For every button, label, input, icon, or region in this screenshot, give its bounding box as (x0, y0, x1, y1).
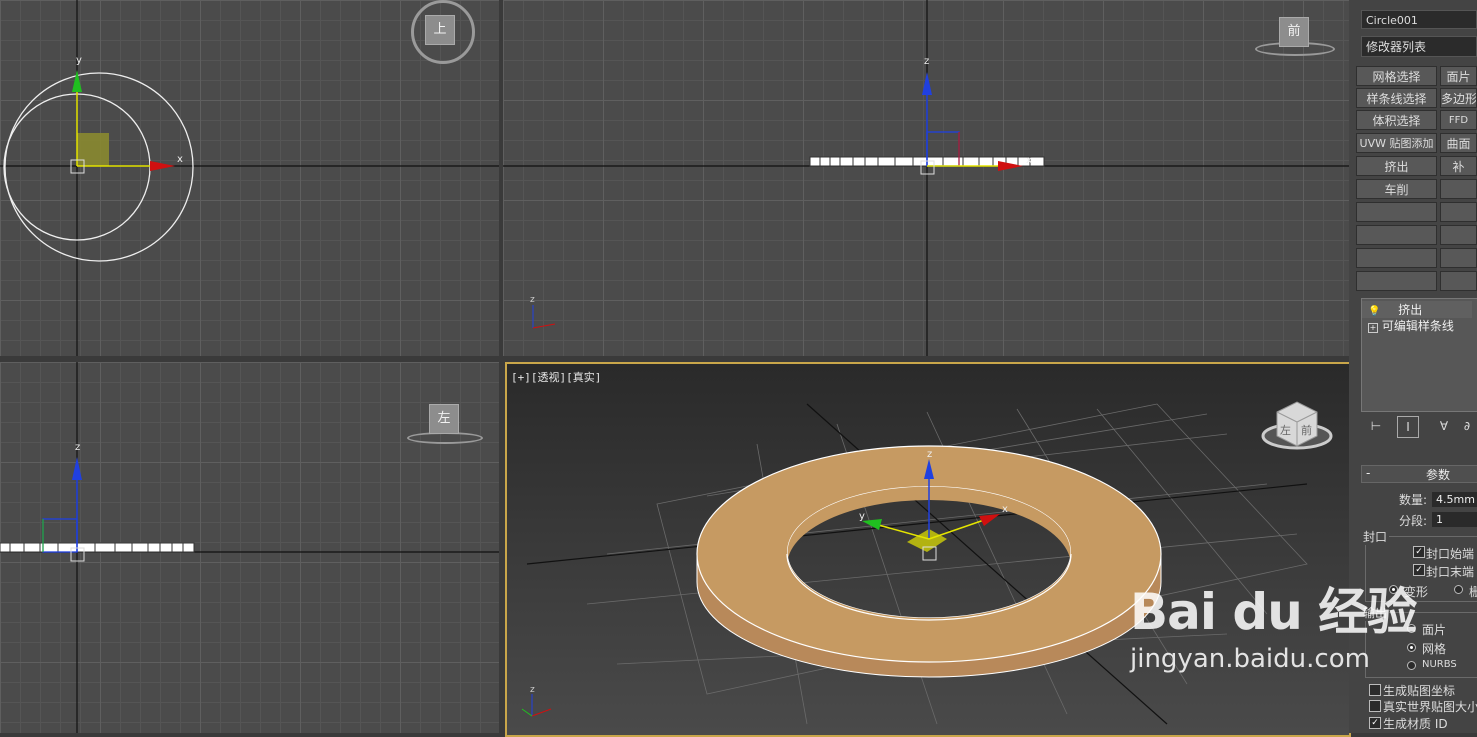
make-unique-icon[interactable]: ∀ (1434, 416, 1454, 436)
gen-mat-ids-label: 生成材质 ID (1383, 717, 1448, 731)
stack-item-editable-spline[interactable]: + 可编辑样条线 (1368, 317, 1454, 334)
watermark-url: jingyan.baidu.com (1130, 644, 1370, 674)
output-patch-label: 面片 (1422, 623, 1447, 637)
stack-item-extrude[interactable]: 💡 挤出 (1362, 301, 1472, 318)
viewcube-left-face: 左 (1280, 424, 1291, 437)
axis-label-y: y (859, 511, 865, 522)
output-nurbs-label: NURBS (1422, 659, 1457, 670)
modifier-button-extrude[interactable]: 挤出 (1356, 156, 1437, 176)
cap-end-label: 封口末端 (1426, 565, 1475, 579)
grid-label: 栅 (1469, 585, 1477, 599)
modifier-button-empty[interactable] (1356, 248, 1437, 268)
perspective-viewport-scene: z x y z 左 前 (507, 364, 1349, 735)
output-mesh-label: 网格 (1422, 642, 1447, 656)
axis-label-z: z (75, 442, 80, 453)
modifier-button-empty[interactable] (1440, 225, 1477, 245)
modifier-button-uvw-map[interactable]: UVW 贴图添加 (1356, 133, 1437, 153)
front-viewport-scene: z x z (503, 0, 1349, 356)
modifier-button-lathe[interactable]: 车削 (1356, 179, 1437, 199)
parameters-rollout-header[interactable]: - 参数 (1361, 465, 1477, 483)
modifier-stack[interactable]: 💡 挤出 + 可编辑样条线 (1361, 298, 1477, 412)
gen-map-coords-checkbox[interactable] (1369, 684, 1381, 696)
axis-label-x: x (1026, 155, 1032, 166)
axis-label-z: z (924, 56, 929, 67)
pin-stack-icon[interactable]: ⊢ (1366, 416, 1386, 436)
modifier-button-poly[interactable]: 多边形 (1440, 88, 1477, 108)
real-world-checkbox[interactable] (1369, 700, 1381, 712)
modifier-button-mesh-select[interactable]: 网格选择 (1356, 66, 1437, 86)
modifier-button-ffd[interactable]: FFD (1440, 110, 1477, 130)
modifier-button-empty[interactable] (1356, 271, 1437, 291)
modifier-button-empty[interactable] (1440, 271, 1477, 291)
modifier-button-cap[interactable]: 补 (1440, 156, 1477, 176)
perspective-viewport[interactable]: z x y z 左 前 [+][透视][真实] (505, 362, 1351, 737)
viewport-label[interactable]: [+][透视][真实] (511, 369, 601, 385)
capping-title: 封口 (1361, 528, 1390, 545)
modifier-button-empty[interactable] (1356, 225, 1437, 245)
corner-axis-z: z (530, 295, 535, 305)
segments-label: 分段: (1399, 514, 1428, 528)
modifier-button-vol-select[interactable]: 体积选择 (1356, 110, 1437, 130)
viewcube-left[interactable]: 左 (429, 404, 459, 434)
amount-spinner[interactable]: 4.5mm (1432, 492, 1477, 507)
left-viewport-scene: z (0, 362, 499, 733)
cap-start-label: 封口始端 (1426, 547, 1475, 561)
modifier-button-empty[interactable] (1356, 202, 1437, 222)
baidu-watermark: Bai du 经验 jingyan.baidu.com (1130, 572, 1417, 674)
remove-modifier-icon[interactable]: ∂ (1457, 416, 1477, 436)
grid-radio[interactable] (1454, 585, 1463, 594)
front-viewport[interactable]: z x z 前 (503, 0, 1349, 356)
amount-label: 数量: (1399, 493, 1428, 507)
axis-label-x: x (1002, 504, 1008, 515)
corner-axis-z: z (530, 685, 535, 695)
modifier-button-empty[interactable] (1440, 202, 1477, 222)
gen-mat-ids-checkbox[interactable]: ✓ (1369, 717, 1381, 729)
modifier-list-dropdown[interactable]: 修改器列表 (1361, 36, 1477, 57)
left-viewport[interactable]: z 左 (0, 362, 499, 733)
gen-map-coords-label: 生成贴图坐标 (1383, 684, 1456, 698)
viewcube-front[interactable]: 前 (1279, 17, 1309, 47)
axis-label-y: y (76, 55, 82, 66)
show-end-result-icon[interactable]: I (1397, 416, 1419, 438)
viewcube-front-face: 前 (1301, 423, 1312, 437)
real-world-label: 真实世界贴图大小 (1383, 700, 1477, 714)
segments-spinner[interactable]: 1 (1432, 512, 1477, 527)
modifier-button-empty[interactable] (1440, 179, 1477, 199)
watermark-logo: Bai du 经验 (1130, 583, 1417, 641)
expand-plus-icon[interactable]: + (1368, 323, 1378, 333)
modifier-button-empty[interactable] (1440, 248, 1477, 268)
cap-start-checkbox[interactable]: ✓ (1413, 546, 1425, 558)
lightbulb-icon[interactable]: 💡 (1368, 306, 1380, 317)
viewcube-top[interactable]: 上 (425, 15, 455, 45)
rollout-title: 参数 (1426, 468, 1451, 482)
axis-label-z: z (927, 449, 932, 460)
modifier-button-surface[interactable]: 曲面 (1440, 133, 1477, 153)
collapse-toggle[interactable]: - (1366, 466, 1370, 480)
top-viewport[interactable]: y x 上 (0, 0, 499, 356)
modifier-button-spline-select[interactable]: 样条线选择 (1356, 88, 1437, 108)
object-name-field[interactable]: Circle001 (1361, 10, 1477, 29)
modifier-button-patch[interactable]: 面片 (1440, 66, 1477, 86)
axis-label-x: x (177, 154, 183, 165)
